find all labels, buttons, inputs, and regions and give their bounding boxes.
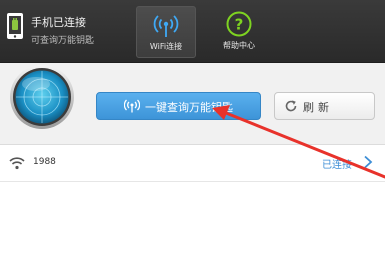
refresh-button[interactable]: 刷新 <box>274 92 375 120</box>
connection-status-title: 手机已连接 <box>31 16 86 29</box>
wifi-icon <box>153 15 179 37</box>
wifi-strength-icon <box>9 157 25 170</box>
wifi-signal-icon <box>124 99 140 113</box>
chevron-right-icon[interactable] <box>362 155 374 169</box>
phone-status: 手机已连接 可查询万能钥匙 <box>0 0 132 62</box>
tab-wifi-label: WiFi连接 <box>149 42 183 51</box>
network-list: 1988 已连接 <box>0 145 385 276</box>
tab-help-center[interactable]: ? 帮助中心 <box>210 6 268 56</box>
tab-wifi-connect[interactable]: WiFi连接 <box>136 6 196 58</box>
tab-help-label: 帮助中心 <box>223 41 255 50</box>
radar-scan-icon <box>10 65 74 129</box>
refresh-label: 刷新 <box>303 101 333 114</box>
query-master-key-button[interactable]: 一键查询万能钥匙 <box>96 92 261 120</box>
top-bar: 手机已连接 可查询万能钥匙 WiFi连接 ? 帮助中心 <box>0 0 385 63</box>
network-status-link[interactable]: 已连接 <box>322 156 352 171</box>
query-master-key-label: 一键查询万能钥匙 <box>145 101 233 114</box>
refresh-icon <box>285 100 297 112</box>
network-row[interactable]: 1988 已连接 <box>0 145 385 182</box>
connection-status-subtitle: 可查询万能钥匙 <box>31 36 95 46</box>
phone-connected-icon <box>7 13 23 39</box>
svg-text:?: ? <box>235 16 244 34</box>
network-name: 1988 <box>33 157 56 167</box>
key-search-panel: 一键查询万能钥匙 刷新 <box>0 63 385 145</box>
help-icon: ? <box>226 11 252 37</box>
app-window: 手机已连接 可查询万能钥匙 WiFi连接 ? 帮助中心 一键查询万能钥匙 刷新 … <box>0 0 385 276</box>
